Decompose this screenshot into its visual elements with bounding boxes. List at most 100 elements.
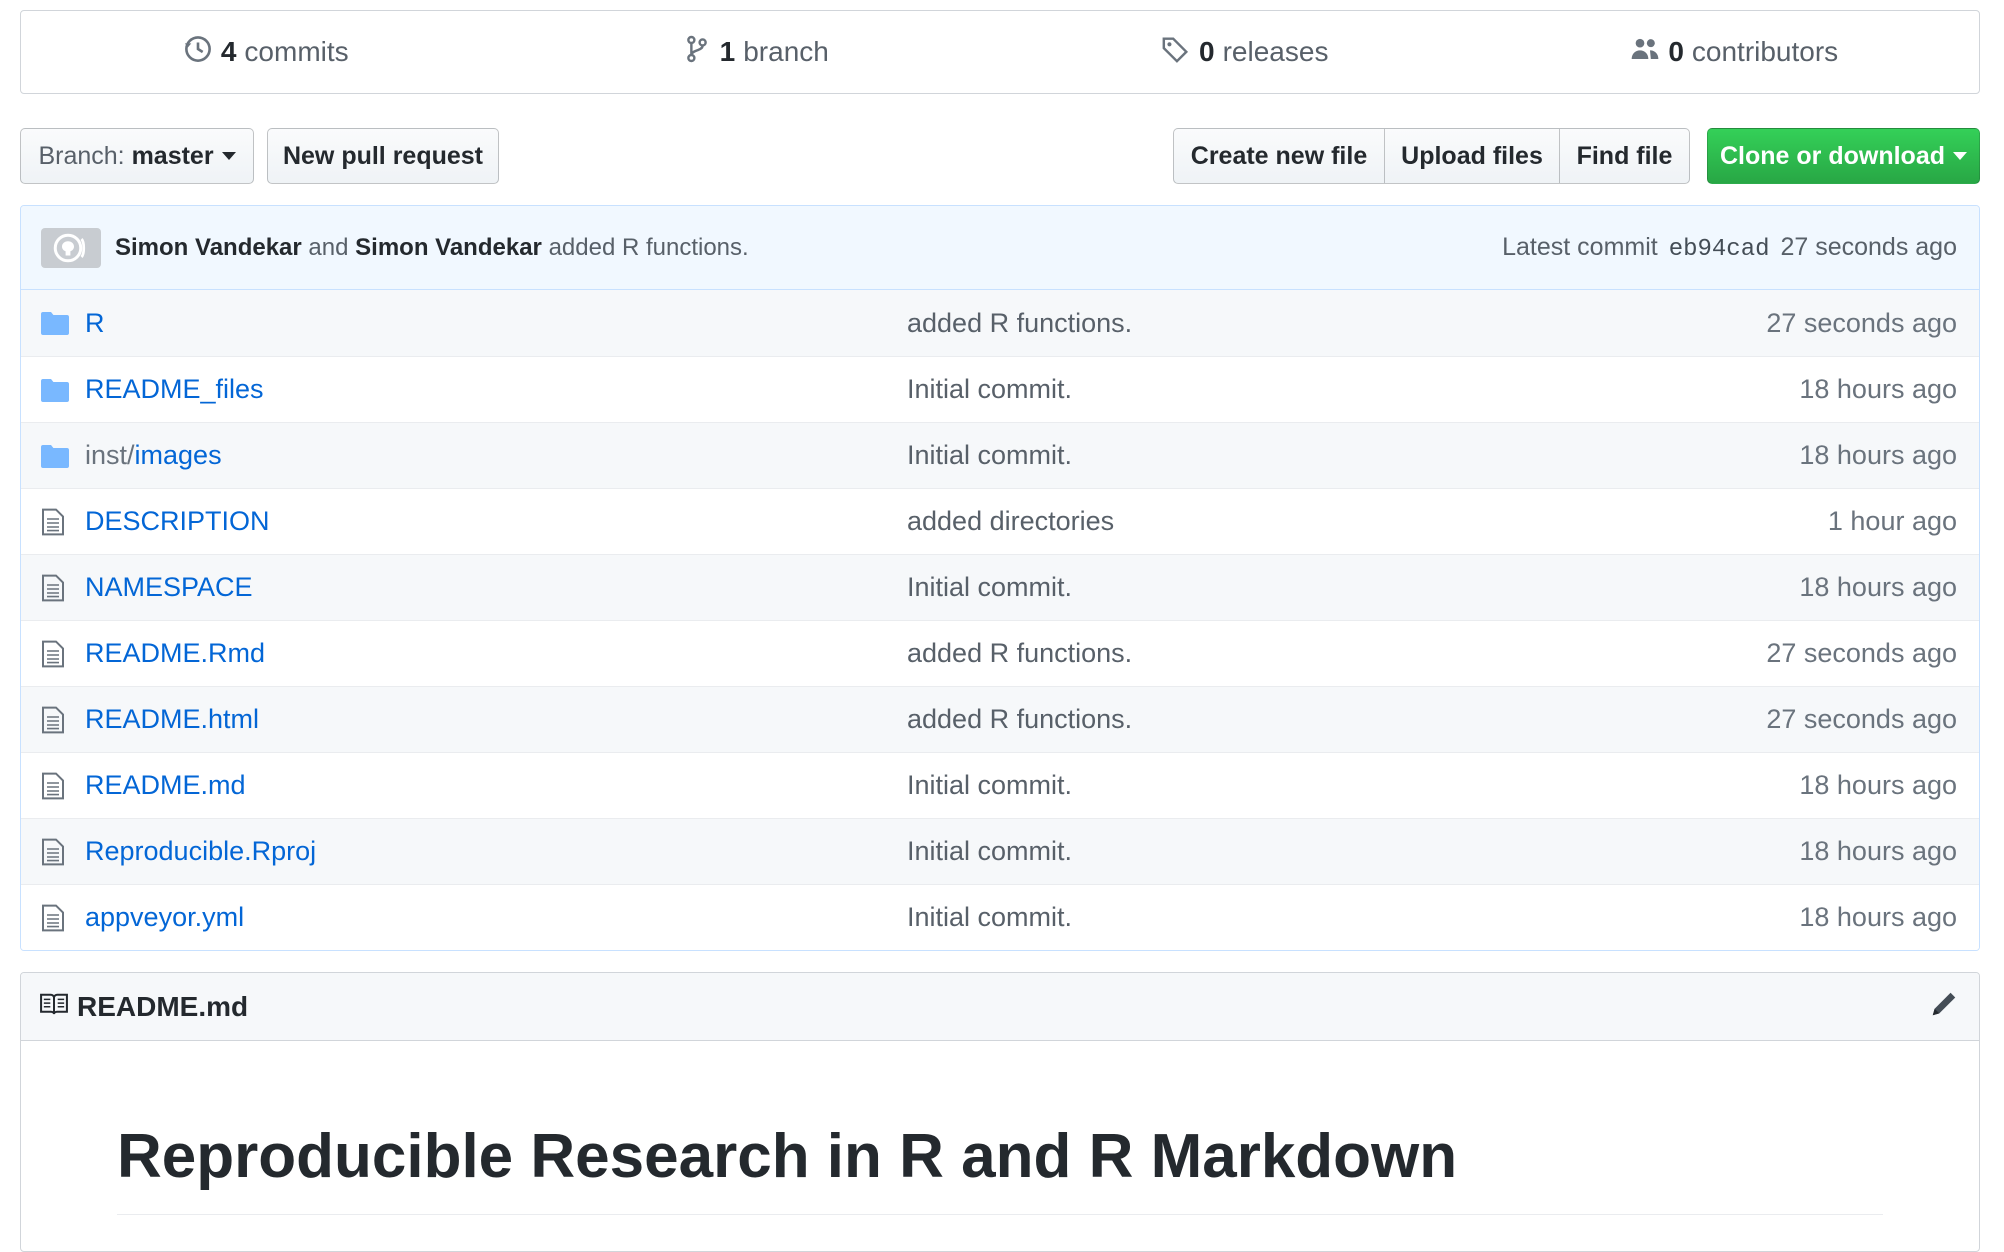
file-row[interactable]: README_files Initial commit. 18 hours ago [21, 356, 1979, 422]
file-commit-message[interactable]: added R functions. [907, 308, 1657, 339]
file-commit-age: 27 seconds ago [1766, 307, 1957, 338]
file-commit-age: 18 hours ago [1799, 572, 1957, 602]
git-branch-icon [682, 34, 712, 71]
file-row[interactable]: appveyor.yml Initial commit. 18 hours ago [21, 884, 1979, 950]
caret-down-icon [1953, 152, 1967, 160]
pencil-icon[interactable] [1929, 989, 1959, 1024]
file-row[interactable]: DESCRIPTION added directories 1 hour ago [21, 488, 1979, 554]
file-commit-age: 18 hours ago [1799, 902, 1957, 932]
clone-or-download-button[interactable]: Clone or download [1707, 128, 1980, 184]
file-name-text[interactable]: NAMESPACE [85, 572, 253, 602]
clone-label: Clone or download [1720, 141, 1945, 170]
file-icon [21, 640, 85, 668]
file-path-prefix[interactable]: inst/ [85, 440, 135, 470]
file-name[interactable]: README.html [85, 704, 907, 735]
caret-down-icon [221, 152, 236, 160]
branches-label: branch [743, 36, 829, 67]
file-name[interactable]: README.md [85, 770, 907, 801]
file-name[interactable]: appveyor.yml [85, 902, 907, 933]
file-icon [21, 706, 85, 734]
file-commit-message[interactable]: Initial commit. [907, 770, 1657, 801]
file-commit-age: 27 seconds ago [1766, 704, 1957, 734]
branches-stat[interactable]: 1 branch [511, 34, 1001, 71]
commit-author-2[interactable]: Simon Vandekar [355, 234, 542, 261]
file-row[interactable]: README.Rmd added R functions. 27 seconds a… [21, 620, 1979, 686]
file-name[interactable]: README_files [85, 374, 907, 405]
file-name[interactable]: Reproducible.Rproj [85, 836, 907, 867]
file-name-text[interactable]: README.html [85, 704, 259, 734]
file-name-text[interactable]: README.md [85, 770, 246, 800]
releases-count: 0 [1199, 36, 1215, 67]
commit-age: 27 seconds ago [1780, 232, 1957, 261]
branches-count: 1 [719, 36, 736, 67]
readme-heading: Reproducible Research in R and R Markdow… [117, 1121, 1883, 1215]
file-row[interactable]: README.md Initial commit. 18 hours ago [21, 752, 1979, 818]
latest-commit-label: Latest commit [1502, 232, 1658, 261]
new-pull-request-button[interactable]: New pull request [267, 128, 499, 184]
file-commit-age: 18 hours ago [1799, 770, 1957, 800]
file-actions-group: Create new file Upload files Find file [1173, 128, 1690, 184]
file-name[interactable]: README.Rmd [85, 638, 907, 669]
file-icon [21, 838, 85, 866]
repo-stats-bar: 4 commits 1 branch 0 releases 0 contribu… [20, 10, 1980, 94]
find-file-button[interactable]: Find file [1559, 128, 1690, 184]
file-commit-age: 18 hours ago [1799, 440, 1957, 470]
file-commit-message[interactable]: Initial commit. [907, 440, 1657, 471]
contributors-stat[interactable]: 0 contributors [1490, 34, 1980, 71]
file-name-text[interactable]: Reproducible.Rproj [85, 836, 316, 866]
file-icon [21, 904, 85, 932]
file-name-text[interactable]: images [135, 440, 222, 470]
file-name-text[interactable]: appveyor.yml [85, 902, 244, 932]
commit-message-text[interactable]: added R functions. [549, 234, 749, 261]
commit-message: Simon Vandekar and Simon Vandekar added … [115, 234, 1502, 262]
create-new-file-button[interactable]: Create new file [1173, 128, 1385, 184]
contributors-count: 0 [1668, 36, 1684, 67]
file-name-text[interactable]: DESCRIPTION [85, 506, 270, 536]
file-commit-message[interactable]: Initial commit. [907, 836, 1657, 867]
file-name[interactable]: R [85, 308, 907, 339]
commits-stat[interactable]: 4 commits [21, 34, 511, 71]
commit-conjunction: and [308, 233, 349, 261]
file-row[interactable]: Reproducible.Rproj Initial commit. 18 hour… [21, 818, 1979, 884]
file-icon [21, 508, 85, 536]
file-list: Radded R functions. 27 seconds ago README_… [21, 290, 1979, 950]
readme-content: Reproducible Research in R and R Markdow… [21, 1041, 1979, 1215]
file-commit-message[interactable]: Initial commit. [907, 902, 1657, 933]
upload-files-button[interactable]: Upload files [1384, 128, 1560, 184]
file-row[interactable]: README.html added R functions. 27 seconds … [21, 686, 1979, 752]
file-commit-age: 18 hours ago [1799, 836, 1957, 866]
file-row[interactable]: NAMESPACE Initial commit. 18 hours ago [21, 554, 1979, 620]
latest-commit-bar: Simon Vandekar and Simon Vandekar added … [21, 206, 1979, 290]
file-commit-message[interactable]: added R functions. [907, 638, 1657, 669]
file-row[interactable]: inst/images Initial commit. 18 hours ago [21, 422, 1979, 488]
file-name[interactable]: NAMESPACE [85, 572, 907, 603]
branch-prefix: Branch: [38, 141, 125, 170]
file-name-text[interactable]: README.Rmd [85, 638, 265, 668]
people-icon [1630, 34, 1660, 71]
releases-label: releases [1222, 36, 1329, 67]
file-icon [21, 574, 85, 602]
file-table: Simon Vandekar and Simon Vandekar added … [20, 205, 1980, 951]
file-commit-message[interactable]: Initial commit. [907, 374, 1657, 405]
commit-author-1[interactable]: Simon Vandekar [115, 234, 302, 261]
file-name-text[interactable]: README_files [85, 374, 264, 404]
avatar[interactable] [41, 227, 101, 268]
file-commit-message[interactable]: added directories [907, 506, 1657, 537]
history-icon [183, 34, 213, 71]
commits-count: 4 [220, 36, 237, 67]
commit-sha[interactable]: eb94cad [1669, 236, 1770, 263]
file-commit-message[interactable]: added R functions. [907, 704, 1657, 735]
readme-header: README.md [21, 973, 1979, 1041]
file-commit-message[interactable]: Initial commit. [907, 572, 1657, 603]
repo-page: 4 commits 1 branch 0 releases 0 contribu… [0, 0, 2004, 1252]
folder-icon [21, 444, 85, 468]
file-name[interactable]: DESCRIPTION [85, 506, 907, 537]
book-icon [39, 992, 69, 1021]
releases-stat[interactable]: 0 releases [1000, 34, 1490, 71]
file-name[interactable]: inst/images [85, 440, 907, 471]
contributors-label: contributors [1691, 36, 1839, 67]
readme-filename: README.md [77, 990, 249, 1022]
branch-select-button[interactable]: Branch: master [20, 128, 254, 184]
file-row[interactable]: Radded R functions. 27 seconds ago [21, 290, 1979, 356]
file-name-text[interactable]: R [85, 308, 105, 338]
